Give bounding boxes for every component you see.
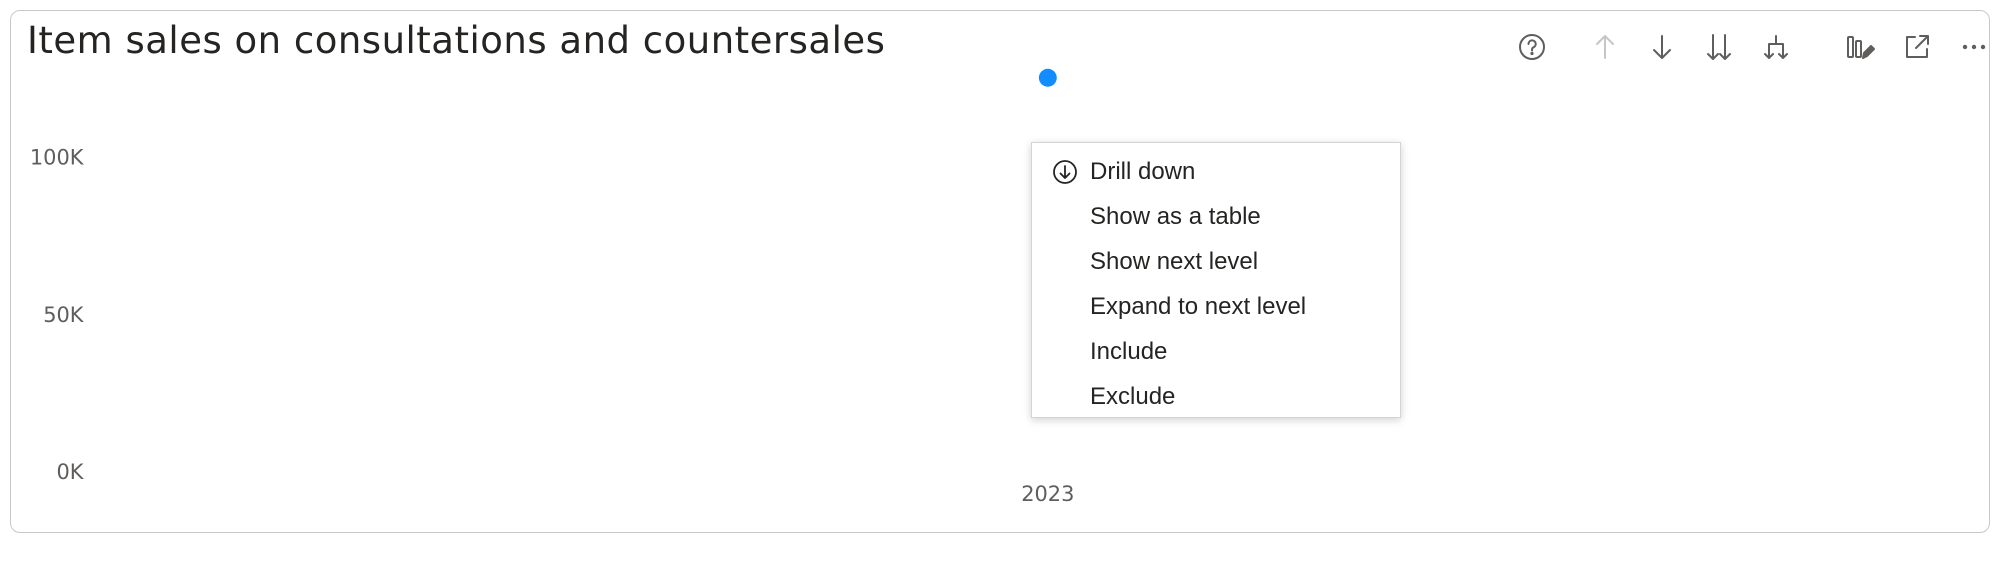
data-point[interactable]: [1038, 68, 1057, 87]
drill-down-circle-icon: [1052, 159, 1078, 185]
context-menu-item[interactable]: Include: [1032, 329, 1400, 374]
context-menu-item-label: Expand to next level: [1090, 292, 1307, 320]
visual-container[interactable]: Item sales on consultations and counters…: [10, 10, 1990, 533]
context-menu-item[interactable]: Expand to next level: [1032, 284, 1400, 329]
chart-plot-area: 100K 50K 0K 2023: [30, 68, 1074, 506]
context-menu-item[interactable]: Show as a table: [1032, 194, 1400, 239]
data-series: [1038, 68, 1057, 87]
context-menu-item-label: Include: [1090, 337, 1168, 365]
context-menu-item-label: Drill down: [1090, 157, 1196, 185]
context-menu: Drill down Show as a table Show next level…: [1031, 142, 1401, 418]
context-menu-item-label: Show next level: [1090, 247, 1259, 275]
x-tick-label: 2023: [1021, 482, 1074, 506]
y-tick-label: 100K: [30, 145, 85, 169]
context-menu-item-label: Show as a table: [1090, 202, 1261, 230]
y-tick-label: 50K: [43, 303, 85, 327]
context-menu-item[interactable]: Exclude: [1032, 374, 1400, 419]
y-axis: 100K 50K 0K: [30, 145, 85, 484]
context-menu-item[interactable]: Show next level: [1032, 239, 1400, 284]
context-menu-item-label: Exclude: [1090, 382, 1176, 410]
context-menu-item[interactable]: Drill down: [1032, 149, 1400, 194]
y-tick-label: 0K: [57, 460, 85, 484]
x-axis: 2023: [1021, 482, 1074, 506]
